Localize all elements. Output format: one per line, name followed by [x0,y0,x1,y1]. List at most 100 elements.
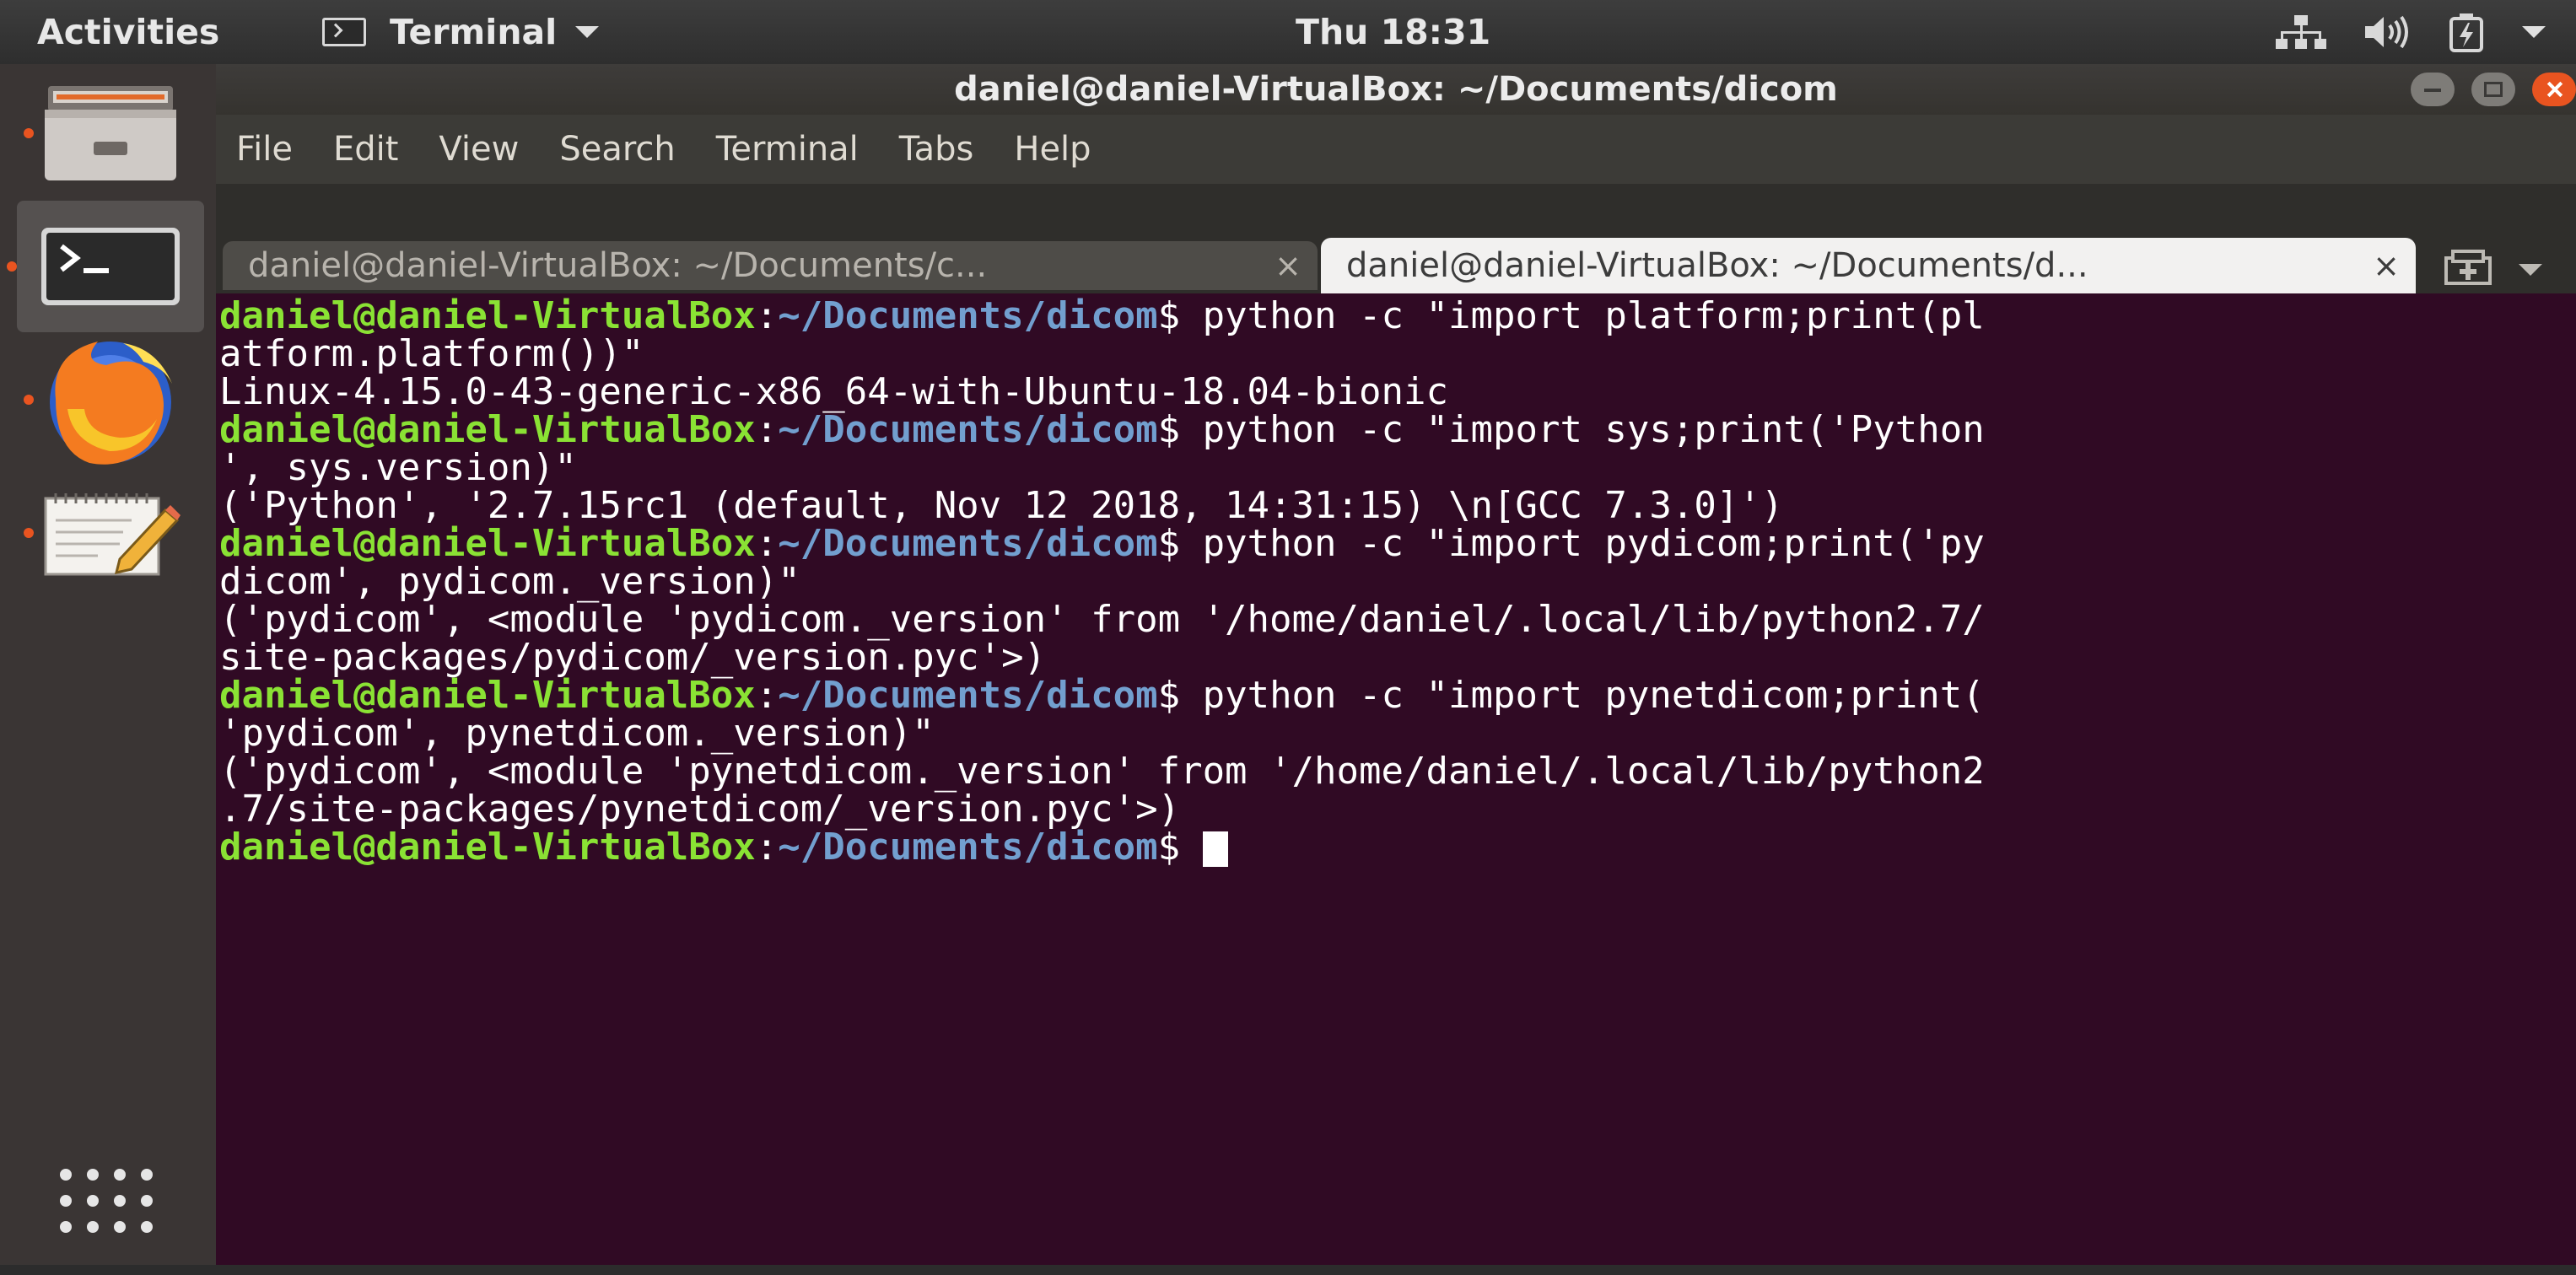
menu-tabs[interactable]: Tabs [899,130,974,169]
dock-item-text-editor[interactable] [17,467,204,599]
output-text: Linux-4.15.0-43-generic-x86_64-with-Ubun… [219,370,1448,413]
new-tab-icon[interactable] [2443,246,2493,287]
dock-item-terminal[interactable] [7,201,204,332]
tab-2[interactable]: daniel@daniel-VirtualBox: ~/Documents/d.… [1321,238,2416,293]
output-text: ('Python', '2.7.15rc1 (default, Nov 12 2… [219,484,1784,527]
terminal-app-icon [322,18,366,46]
show-apps-button[interactable] [52,1162,160,1240]
terminal-icon [41,228,180,305]
output-line: ('Python', '2.7.15rc1 (default, Nov 12 2… [219,487,2576,525]
prompt-separator: : [755,826,779,869]
close-button[interactable] [2532,73,2576,106]
prompt-sign: $ [1157,826,1203,869]
clock-button[interactable]: Thu 18:31 [1296,0,1490,64]
dock-item-files[interactable] [17,67,204,199]
system-tray[interactable] [2276,0,2546,64]
prompt-sign: $ [1157,294,1203,337]
prompt-sign: $ [1157,408,1203,451]
prompt-path: ~/Documents/dicom [778,826,1158,869]
volume-icon[interactable] [2363,13,2411,51]
battery-icon[interactable] [2448,12,2485,52]
command-text: python -c "import pydicom;print('py [1202,522,1985,565]
output-line: site-packages/pydicom/_version.pyc'>) [219,638,2576,676]
output-line: atform.platform())" [219,335,2576,373]
tab-label: daniel@daniel-VirtualBox: ~/Documents/c.… [248,246,988,285]
running-indicator [7,261,17,272]
output-line: ('pydicom', <module 'pynetdicom._version… [219,752,2576,790]
prompt-sign: $ [1157,674,1203,717]
files-icon [45,86,176,180]
prompt-separator: : [755,408,779,451]
desktop: Activities Terminal Thu 18:31 daniel@dan… [0,0,2576,1275]
output-text: 'pydicom', pynetdicom._version)" [219,712,935,755]
tab-menu-button[interactable] [2519,263,2542,279]
running-indicator [24,528,34,538]
prompt-separator: : [755,674,779,717]
prompt-path: ~/Documents/dicom [778,674,1158,717]
command-text: python -c "import platform;print(pl [1202,294,1985,337]
dock-item-firefox[interactable] [17,334,204,465]
terminal-window: daniel@daniel-VirtualBox: ~/Documents/di… [216,64,2576,1265]
prompt-line: daniel@daniel-VirtualBox:~/Documents/dic… [219,411,2576,449]
menu-file[interactable]: File [236,130,293,169]
output-line: .7/site-packages/pynetdicom/_version.pyc… [219,790,2576,828]
output-text: atform.platform())" [219,332,644,375]
prompt-line: daniel@daniel-VirtualBox:~/Documents/dic… [219,676,2576,714]
text-editor-icon [44,493,181,576]
output-line: ('pydicom', <module 'pydicom._version' f… [219,600,2576,638]
prompt-line: daniel@daniel-VirtualBox:~/Documents/dic… [219,525,2576,562]
menu-bar: File Edit View Search Terminal Tabs Help [216,115,2576,184]
output-line: ', sys.version)" [219,449,2576,487]
prompt-user: daniel@daniel-VirtualBox [219,522,756,565]
app-menu-button[interactable]: Terminal [322,0,600,64]
prompt-user: daniel@daniel-VirtualBox [219,294,756,337]
prompt-path: ~/Documents/dicom [778,294,1158,337]
prompt-sign: $ [1157,522,1203,565]
system-menu-chevron-icon[interactable] [2522,26,2546,38]
terminal-output[interactable]: daniel@daniel-VirtualBox:~/Documents/dic… [216,293,2576,1265]
menu-help[interactable]: Help [1014,130,1091,169]
tab-bar: daniel@daniel-VirtualBox: ~/Documents/c.… [216,184,2576,293]
running-indicator [24,395,34,405]
output-text: .7/site-packages/pynetdicom/_version.pyc… [219,788,1181,831]
window-title: daniel@daniel-VirtualBox: ~/Documents/di… [954,70,1838,109]
text-cursor [1202,831,1228,867]
prompt-separator: : [755,294,779,337]
running-indicator [24,128,34,138]
output-text: ('pydicom', <module 'pydicom._version' f… [219,598,1985,641]
clock-label: Thu 18:31 [1296,12,1491,52]
output-text: site-packages/pydicom/_version.pyc'>) [219,636,1047,679]
chevron-down-icon [575,26,600,38]
command-text: python -c "import pynetdicom;print( [1202,674,1985,717]
network-icon[interactable] [2276,13,2326,51]
menu-edit[interactable]: Edit [333,130,398,169]
chevron-down-icon [2519,264,2542,276]
activities-label: Activities [37,12,220,52]
prompt-user: daniel@daniel-VirtualBox [219,408,756,451]
tab-close-icon[interactable]: × [1258,247,1318,284]
prompt-line: daniel@daniel-VirtualBox:~/Documents/dic… [219,297,2576,335]
window-controls [2411,73,2576,106]
output-line: 'pydicom', pynetdicom._version)" [219,714,2576,752]
firefox-icon [50,342,172,465]
tab-label: daniel@daniel-VirtualBox: ~/Documents/d.… [1346,246,2088,285]
menu-search[interactable]: Search [559,130,675,169]
minimize-button[interactable] [2411,73,2455,106]
prompt-path: ~/Documents/dicom [778,522,1158,565]
top-bar: Activities Terminal Thu 18:31 [0,0,2576,64]
output-line: dicom', pydicom._version)" [219,562,2576,600]
output-text: dicom', pydicom._version)" [219,560,800,603]
command-text: python -c "import sys;print('Python [1202,408,1985,451]
menu-view[interactable]: View [439,130,519,169]
prompt-separator: : [755,522,779,565]
window-titlebar[interactable]: daniel@daniel-VirtualBox: ~/Documents/di… [216,64,2576,115]
prompt-user: daniel@daniel-VirtualBox [219,826,756,869]
tab-close-icon[interactable]: × [2357,247,2416,284]
maximize-button[interactable] [2471,73,2515,106]
menu-terminal[interactable]: Terminal [716,130,859,169]
output-text: ', sys.version)" [219,446,577,489]
prompt-line: daniel@daniel-VirtualBox:~/Documents/dic… [219,826,2576,869]
tab-1[interactable]: daniel@daniel-VirtualBox: ~/Documents/c.… [223,241,1318,290]
dock [0,64,216,1265]
activities-button[interactable]: Activities [37,0,219,64]
